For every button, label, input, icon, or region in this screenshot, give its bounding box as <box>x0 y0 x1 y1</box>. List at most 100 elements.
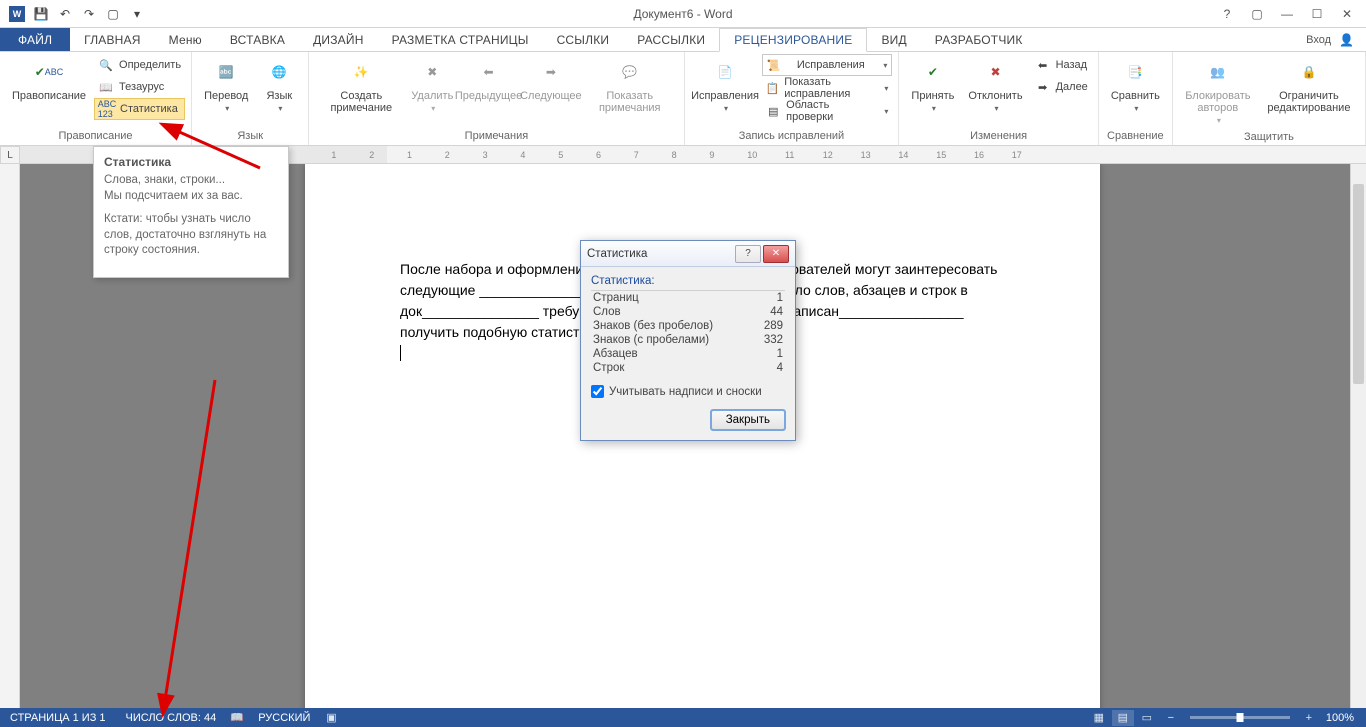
next-comment-icon: ➡ <box>535 56 567 88</box>
block-authors-button[interactable]: 👥Блокировать авторов▾ <box>1179 54 1257 129</box>
reviewing-pane-button[interactable]: ▤Область проверки▾ <box>762 100 893 122</box>
define-button[interactable]: 🔍Определить <box>94 54 185 76</box>
view-read-icon[interactable]: ▦ <box>1088 710 1110 726</box>
translate-icon: 🔤 <box>210 56 242 88</box>
minimize-icon[interactable]: ― <box>1274 3 1300 25</box>
help-icon[interactable]: ? <box>1214 3 1240 25</box>
restrict-editing-button[interactable]: 🔒Ограничить редактирование <box>1259 54 1359 116</box>
dialog-close-button[interactable]: Закрыть <box>711 410 785 430</box>
statistics-button[interactable]: ABC123Статистика <box>94 98 185 120</box>
group-tracking: 📄Исправления▾ 📜Исправления▾ 📋Показать ис… <box>685 52 900 145</box>
show-markup-button[interactable]: 📋Показать исправления▾ <box>762 77 893 99</box>
status-macro-icon[interactable]: ▣ <box>320 710 342 726</box>
translate-button[interactable]: 🔤Перевод▾ <box>198 54 254 117</box>
maximize-icon[interactable]: ☐ <box>1304 3 1330 25</box>
view-print-icon[interactable]: ▤ <box>1112 710 1134 726</box>
zoom-slider[interactable] <box>1190 716 1290 719</box>
new-doc-icon[interactable]: ▢ <box>102 3 124 25</box>
next-change-icon: ➡ <box>1035 79 1051 95</box>
signin-avatar-icon[interactable]: 👤 <box>1339 33 1354 47</box>
reject-button[interactable]: ✖Отклонить▾ <box>962 54 1028 117</box>
group-label: Язык <box>198 128 302 145</box>
vertical-ruler[interactable] <box>0 164 20 708</box>
dialog-help-icon[interactable]: ? <box>735 245 761 263</box>
compare-icon: 📑 <box>1119 56 1151 88</box>
zoom-level[interactable]: 100% <box>1322 712 1358 724</box>
tab-file[interactable]: ФАЙЛ <box>0 28 70 51</box>
restrict-editing-icon: 🔒 <box>1293 56 1325 88</box>
status-language[interactable]: РУССКИЙ <box>248 712 320 724</box>
signin-link[interactable]: Вход <box>1306 34 1331 46</box>
dialog-stat-row: Знаков (с пробелами)332 <box>591 333 785 347</box>
vertical-scrollbar[interactable] <box>1350 164 1366 708</box>
dialog-section-label: Статистика: <box>591 275 785 287</box>
next-comment-button[interactable]: ➡Следующее <box>522 54 580 104</box>
tab-design[interactable]: ДИЗАЙН <box>299 28 378 51</box>
accept-icon: ✔ <box>917 56 949 88</box>
dialog-stat-row: Абзацев1 <box>591 347 785 361</box>
group-label: Сравнение <box>1105 128 1166 145</box>
accept-button[interactable]: ✔Принять▾ <box>905 54 960 117</box>
tab-menu[interactable]: Меню <box>155 28 216 51</box>
group-label: Правописание <box>6 128 185 145</box>
next-change-button[interactable]: ➡Далее <box>1031 76 1092 98</box>
save-icon[interactable]: 💾 <box>30 3 52 25</box>
tab-home[interactable]: ГЛАВНАЯ <box>70 28 154 51</box>
spelling-button[interactable]: ✔ABC Правописание <box>6 54 92 104</box>
scrollbar-thumb[interactable] <box>1353 184 1364 384</box>
thesaurus-button[interactable]: 📖Тезаурус <box>94 76 185 98</box>
view-web-icon[interactable]: ▭ <box>1136 710 1158 726</box>
define-icon: 🔍 <box>98 57 114 73</box>
status-page[interactable]: СТРАНИЦА 1 ИЗ 1 <box>0 712 116 724</box>
group-label: Защитить <box>1179 129 1359 146</box>
window-title: Документ6 - Word <box>633 7 732 21</box>
zoom-in-icon[interactable]: + <box>1298 710 1320 726</box>
reject-icon: ✖ <box>979 56 1011 88</box>
tab-view[interactable]: ВИД <box>867 28 920 51</box>
statusbar: СТРАНИЦА 1 ИЗ 1 ЧИСЛО СЛОВ: 44 📖 РУССКИЙ… <box>0 708 1366 727</box>
ribbon-tabs: ФАЙЛ ГЛАВНАЯ Меню ВСТАВКА ДИЗАЙН РАЗМЕТК… <box>0 28 1366 52</box>
dialog-titlebar[interactable]: Статистика ? ✕ <box>581 241 795 267</box>
spelling-icon: ✔ABC <box>33 56 65 88</box>
show-comments-icon: 💬 <box>614 56 646 88</box>
reviewing-pane-icon: ▤ <box>766 103 782 119</box>
prev-comment-button[interactable]: ⬅Предыдущее <box>457 54 519 104</box>
language-icon: 🌐 <box>263 56 295 88</box>
tab-references[interactable]: ССЫЛКИ <box>543 28 624 51</box>
word-app-icon[interactable]: W <box>6 3 28 25</box>
delete-comment-button[interactable]: ✖Удалить▾ <box>409 54 455 117</box>
ruler-tab-selector[interactable]: L <box>0 146 20 164</box>
include-textboxes-checkbox[interactable]: Учитывать надписи и сноски <box>591 385 785 398</box>
block-authors-icon: 👥 <box>1202 56 1234 88</box>
statistics-tooltip: Статистика Слова, знаки, строки...Мы под… <box>93 146 289 278</box>
group-label: Изменения <box>905 128 1091 145</box>
track-changes-button[interactable]: 📄Исправления▾ <box>691 54 760 117</box>
tab-insert[interactable]: ВСТАВКА <box>216 28 299 51</box>
qat-dropdown-icon[interactable]: ▾ <box>126 3 148 25</box>
display-for-review-combo[interactable]: 📜Исправления▾ <box>762 54 893 76</box>
redo-icon[interactable]: ↷ <box>78 3 100 25</box>
dialog-stat-row: Строк4 <box>591 361 785 375</box>
group-label: Примечания <box>315 128 677 145</box>
tab-mailings[interactable]: РАССЫЛКИ <box>623 28 719 51</box>
group-language: 🔤Перевод▾ 🌐Язык▾ Язык <box>192 52 309 145</box>
compare-button[interactable]: 📑Сравнить▾ <box>1105 54 1166 117</box>
language-button[interactable]: 🌐Язык▾ <box>256 54 302 117</box>
dialog-stat-row: Знаков (без пробелов)289 <box>591 319 785 333</box>
new-comment-button[interactable]: ✨Создать примечание <box>315 54 407 116</box>
show-comments-button[interactable]: 💬Показать примечания <box>582 54 678 116</box>
close-icon[interactable]: ✕ <box>1334 3 1360 25</box>
tab-review[interactable]: РЕЦЕНЗИРОВАНИЕ <box>719 28 867 52</box>
tab-layout[interactable]: РАЗМЕТКА СТРАНИЦЫ <box>378 28 543 51</box>
prev-change-button[interactable]: ⬅Назад <box>1031 54 1092 76</box>
undo-icon[interactable]: ↶ <box>54 3 76 25</box>
ribbon-options-icon[interactable]: ▢ <box>1244 3 1270 25</box>
status-proofing-icon[interactable]: 📖 <box>226 710 248 726</box>
zoom-out-icon[interactable]: − <box>1160 710 1182 726</box>
status-word-count[interactable]: ЧИСЛО СЛОВ: 44 <box>116 712 227 724</box>
tab-developer[interactable]: РАЗРАБОТЧИК <box>921 28 1037 51</box>
dialog-close-icon[interactable]: ✕ <box>763 245 789 263</box>
include-textboxes-input[interactable] <box>591 385 604 398</box>
quick-access-toolbar: W 💾 ↶ ↷ ▢ ▾ <box>0 3 148 25</box>
group-label: Запись исправлений <box>691 128 893 145</box>
